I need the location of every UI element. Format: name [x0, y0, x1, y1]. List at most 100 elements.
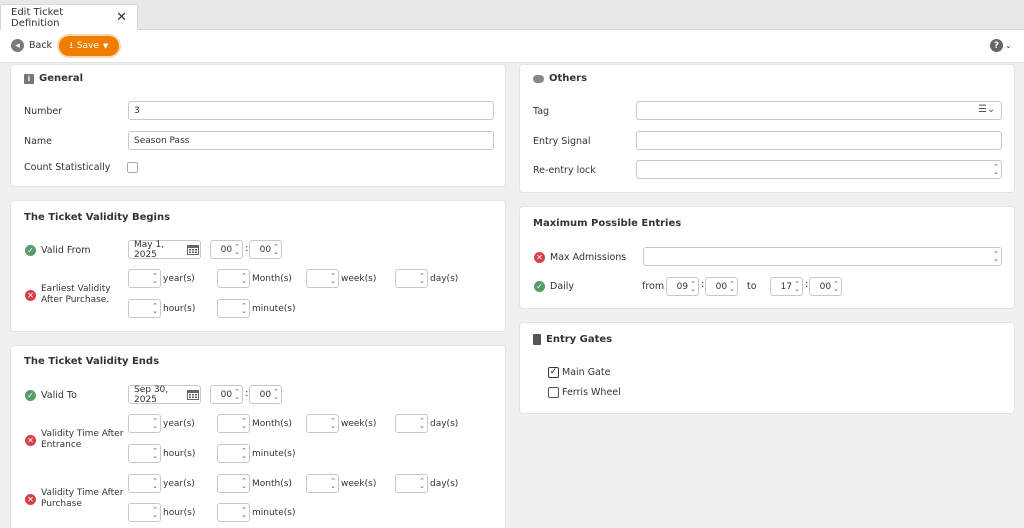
stepper-arrows-icon: ⌃ ⌄: [729, 279, 735, 293]
reentry-lock-stepper[interactable]: ⌃ ⌄: [636, 160, 1002, 179]
years-unit: year(s): [163, 419, 195, 429]
validity-after-entrance-label-line2: Entrance: [41, 440, 82, 450]
stepper-arrows-icon: ⌃ ⌄: [794, 279, 800, 293]
stepper-arrows-icon: ⌃ ⌄: [993, 162, 999, 176]
entrance-days-stepper[interactable]: ⌃ ⌄: [395, 414, 428, 433]
max-admissions-stepper[interactable]: ⌃ ⌄: [643, 247, 1002, 266]
time-separator: :: [245, 388, 249, 399]
help-menu[interactable]: ? ⌄: [990, 39, 1012, 52]
stepper-arrows-icon: ⌃ ⌄: [152, 476, 158, 490]
entry-signal-label: Entry Signal: [533, 136, 591, 147]
validity-after-purchase-label: Validity Time After Purchase: [41, 488, 123, 510]
tag-label: Tag: [533, 106, 550, 117]
purchase-months-stepper[interactable]: ⌃ ⌄: [217, 474, 250, 493]
valid-from-hour-stepper[interactable]: 00 ⌃ ⌄: [210, 240, 243, 259]
entry-signal-input[interactable]: [636, 131, 1002, 150]
daily-to-minute-stepper[interactable]: 00 ⌃ ⌄: [809, 277, 842, 296]
ferris-wheel-checkbox[interactable]: [548, 387, 559, 398]
valid-to-hour-stepper[interactable]: 00 ⌃ ⌄: [210, 385, 243, 404]
stepper-arrows-icon: ⌃ ⌄: [241, 446, 247, 460]
earliest-days-stepper[interactable]: ⌃ ⌄: [395, 269, 428, 288]
weeks-unit: week(s): [341, 274, 377, 284]
earliest-validity-label-line2: After Purchase.: [41, 295, 110, 305]
earliest-years-stepper[interactable]: ⌃ ⌄: [128, 269, 161, 288]
stepper-arrows-icon: ⌃ ⌄: [152, 505, 158, 519]
check-icon: ✓: [25, 390, 36, 401]
gate-icon: [533, 334, 541, 345]
stepper-arrows-icon: ⌃ ⌄: [690, 279, 696, 293]
toolbar: ◂ Back ⭳ Save ▼ ? ⌄: [0, 30, 1024, 63]
months-unit: Month(s): [252, 479, 292, 489]
stepper-arrows-icon: ⌃ ⌄: [234, 387, 240, 401]
name-label: Name: [24, 136, 53, 147]
entrance-minutes-stepper[interactable]: ⌃ ⌄: [217, 444, 250, 463]
name-input[interactable]: Season Pass: [128, 131, 494, 150]
count-statistically-checkbox[interactable]: [127, 162, 138, 173]
close-icon[interactable]: ✕: [116, 11, 127, 24]
download-icon: ⭳: [69, 41, 73, 51]
error-icon: ✕: [25, 290, 36, 301]
stepper-arrows-icon: ⌃ ⌄: [273, 242, 279, 256]
earliest-validity-label-line1: Earliest Validity: [41, 284, 111, 294]
purchase-weeks-stepper[interactable]: ⌃ ⌄: [306, 474, 339, 493]
daily-to-hour-value: 17: [780, 281, 793, 292]
chevron-down-icon: ▼: [102, 42, 109, 50]
time-separator: :: [245, 243, 249, 254]
main-gate-checkbox[interactable]: ✓: [548, 367, 559, 378]
others-title-text: Others: [549, 73, 588, 84]
purchase-years-stepper[interactable]: ⌃ ⌄: [128, 474, 161, 493]
stepper-arrows-icon: ⌃ ⌄: [833, 279, 839, 293]
entrance-weeks-stepper[interactable]: ⌃ ⌄: [306, 414, 339, 433]
valid-to-minute-stepper[interactable]: 00 ⌃ ⌄: [249, 385, 282, 404]
daily-from-hour-stepper[interactable]: 09 ⌃ ⌄: [666, 277, 699, 296]
entrance-months-stepper[interactable]: ⌃ ⌄: [217, 414, 250, 433]
tag-select[interactable]: [636, 101, 1002, 120]
check-icon: ✓: [534, 281, 545, 292]
hours-unit: hour(s): [163, 508, 196, 518]
tab-edit-ticket-definition[interactable]: Edit Ticket Definition ✕: [0, 4, 138, 30]
earliest-weeks-stepper[interactable]: ⌃ ⌄: [306, 269, 339, 288]
validity-ends-title: The Ticket Validity Ends: [24, 356, 160, 367]
time-separator: :: [701, 279, 705, 290]
main-gate-label[interactable]: Main Gate: [562, 367, 610, 378]
entrance-years-stepper[interactable]: ⌃ ⌄: [128, 414, 161, 433]
error-icon: ✕: [534, 252, 545, 263]
stepper-arrows-icon: ⌃ ⌄: [993, 249, 999, 263]
to-label: to: [747, 281, 757, 292]
save-label: Save: [76, 41, 99, 51]
daily-to-hour-stepper[interactable]: 17 ⌃ ⌄: [770, 277, 803, 296]
weeks-unit: week(s): [341, 479, 377, 489]
earliest-months-stepper[interactable]: ⌃ ⌄: [217, 269, 250, 288]
valid-from-hour-value: 00: [220, 244, 233, 255]
earliest-hours-stepper[interactable]: ⌃ ⌄: [128, 299, 161, 318]
stepper-arrows-icon: ⌃ ⌄: [330, 476, 336, 490]
ferris-wheel-label[interactable]: Ferris Wheel: [562, 387, 621, 398]
daily-from-minute-stepper[interactable]: 00 ⌃ ⌄: [705, 277, 738, 296]
days-unit: day(s): [430, 479, 459, 489]
purchase-days-stepper[interactable]: ⌃ ⌄: [395, 474, 428, 493]
daily-from-hour-value: 09: [676, 281, 689, 292]
number-input[interactable]: 3: [128, 101, 494, 120]
calendar-icon[interactable]: [187, 389, 199, 400]
earliest-validity-label: Earliest Validity After Purchase.: [41, 284, 111, 306]
stepper-arrows-icon: ⌃ ⌄: [419, 416, 425, 430]
save-button[interactable]: ⭳ Save ▼: [59, 36, 119, 56]
entrance-hours-stepper[interactable]: ⌃ ⌄: [128, 444, 161, 463]
validity-after-purchase-label-line1: Validity Time After: [41, 488, 124, 498]
calendar-icon[interactable]: [187, 244, 199, 255]
stepper-arrows-icon: ⌃ ⌄: [152, 416, 158, 430]
time-separator: :: [805, 279, 809, 290]
validity-begins-panel: The Ticket Validity Begins ✓ Valid From …: [10, 200, 506, 332]
daily-label: Daily: [550, 281, 575, 292]
list-icon[interactable]: ☰⌄: [978, 104, 995, 115]
earliest-minutes-stepper[interactable]: ⌃ ⌄: [217, 299, 250, 318]
purchase-minutes-stepper[interactable]: ⌃ ⌄: [217, 503, 250, 522]
max-entries-title: Maximum Possible Entries: [533, 218, 682, 229]
purchase-hours-stepper[interactable]: ⌃ ⌄: [128, 503, 161, 522]
valid-to-minute-value: 00: [259, 389, 272, 400]
years-unit: year(s): [163, 479, 195, 489]
stepper-arrows-icon: ⌃ ⌄: [152, 446, 158, 460]
months-unit: Month(s): [252, 419, 292, 429]
valid-from-minute-stepper[interactable]: 00 ⌃ ⌄: [249, 240, 282, 259]
back-button[interactable]: ◂ Back: [11, 39, 52, 52]
